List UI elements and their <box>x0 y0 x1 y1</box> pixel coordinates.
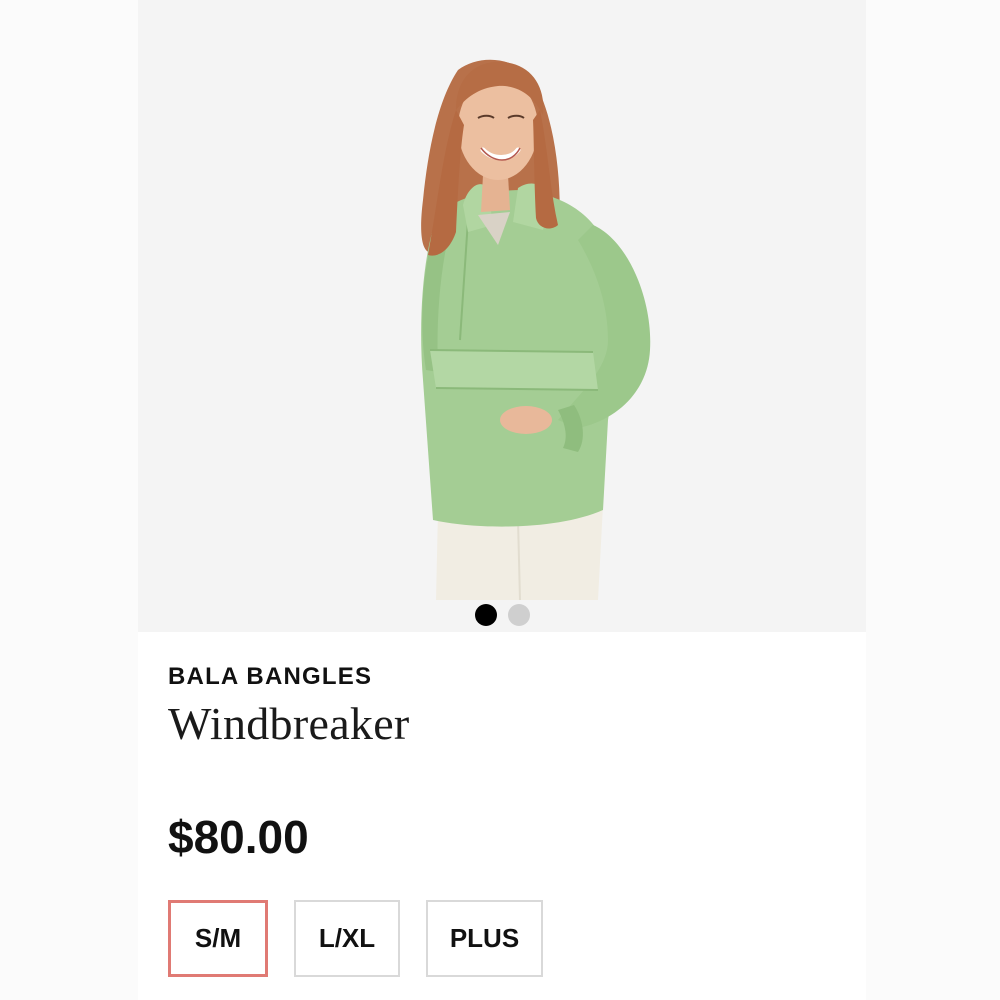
product-image-gallery[interactable] <box>138 0 866 632</box>
size-selector: S/M L/XL PLUS <box>168 900 543 977</box>
carousel-dots <box>138 604 866 626</box>
page: BALA BANGLES Windbreaker $80.00 S/M L/XL… <box>0 0 1000 1000</box>
brand-name[interactable]: BALA BANGLES <box>168 663 372 691</box>
product-photo[interactable] <box>138 0 866 600</box>
product-card: BALA BANGLES Windbreaker $80.00 S/M L/XL… <box>138 0 866 1000</box>
size-option-lxl[interactable]: L/XL <box>294 900 400 977</box>
size-option-plus[interactable]: PLUS <box>426 900 543 977</box>
carousel-dot-2[interactable] <box>507 604 530 626</box>
carousel-dot-1[interactable] <box>474 604 497 626</box>
product-price: $80.00 <box>168 811 309 863</box>
product-title: Windbreaker <box>168 698 410 749</box>
size-option-sm[interactable]: S/M <box>168 900 268 977</box>
